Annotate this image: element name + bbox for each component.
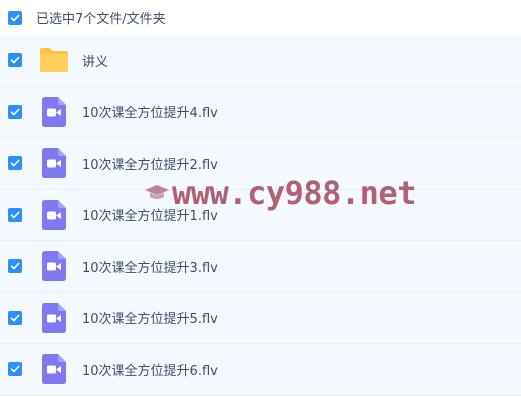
- row-checkbox[interactable]: [8, 259, 22, 274]
- file-row[interactable]: 10次课全方位提升1.flv: [0, 189, 521, 241]
- file-name[interactable]: 10次课全方位提升6.flv: [82, 360, 218, 379]
- file-name[interactable]: 讲义: [82, 51, 108, 70]
- select-all-checkbox[interactable]: [8, 10, 22, 25]
- check-icon: [10, 159, 20, 167]
- video-file-icon: [39, 148, 69, 179]
- file-name[interactable]: 10次课全方位提升1.flv: [82, 205, 218, 224]
- row-checkbox[interactable]: [8, 53, 22, 68]
- video-file-icon: [39, 251, 69, 282]
- file-row[interactable]: 10次课全方位提升3.flv: [0, 241, 521, 293]
- check-icon: [10, 56, 20, 64]
- check-icon: [10, 14, 20, 21]
- folder-icon: [39, 45, 69, 75]
- row-checkbox[interactable]: [8, 207, 22, 222]
- file-row[interactable]: 10次课全方位提升5.flv: [0, 292, 521, 344]
- row-checkbox[interactable]: [8, 156, 22, 171]
- row-checkbox[interactable]: [8, 104, 22, 119]
- video-file-icon: [39, 302, 69, 333]
- file-row[interactable]: 讲义: [0, 35, 521, 87]
- check-icon: [10, 314, 20, 322]
- selection-count-label: 已选中7个文件/文件夹: [36, 12, 166, 27]
- file-name[interactable]: 10次课全方位提升5.flv: [82, 308, 218, 327]
- check-icon: [10, 262, 20, 270]
- selection-header: 已选中7个文件/文件夹: [0, 0, 521, 35]
- check-icon: [10, 365, 20, 373]
- video-file-icon: [39, 199, 69, 230]
- file-name[interactable]: 10次课全方位提升2.flv: [82, 154, 218, 173]
- file-name[interactable]: 10次课全方位提升3.flv: [82, 257, 218, 276]
- file-row[interactable]: 10次课全方位提升4.flv: [0, 86, 521, 138]
- file-list: 讲义 10次课全方位提升4.flv 10次课全方位提升2.flv 10次课全方位…: [0, 35, 521, 396]
- row-checkbox[interactable]: [8, 310, 22, 325]
- file-name[interactable]: 10次课全方位提升4.flv: [82, 102, 218, 121]
- video-file-icon: [39, 96, 69, 127]
- check-icon: [10, 108, 20, 116]
- file-row[interactable]: 10次课全方位提升2.flv: [0, 138, 521, 190]
- row-checkbox[interactable]: [8, 362, 22, 377]
- video-file-icon: [39, 354, 69, 385]
- file-row[interactable]: 10次课全方位提升6.flv: [0, 344, 521, 396]
- check-icon: [10, 211, 20, 219]
